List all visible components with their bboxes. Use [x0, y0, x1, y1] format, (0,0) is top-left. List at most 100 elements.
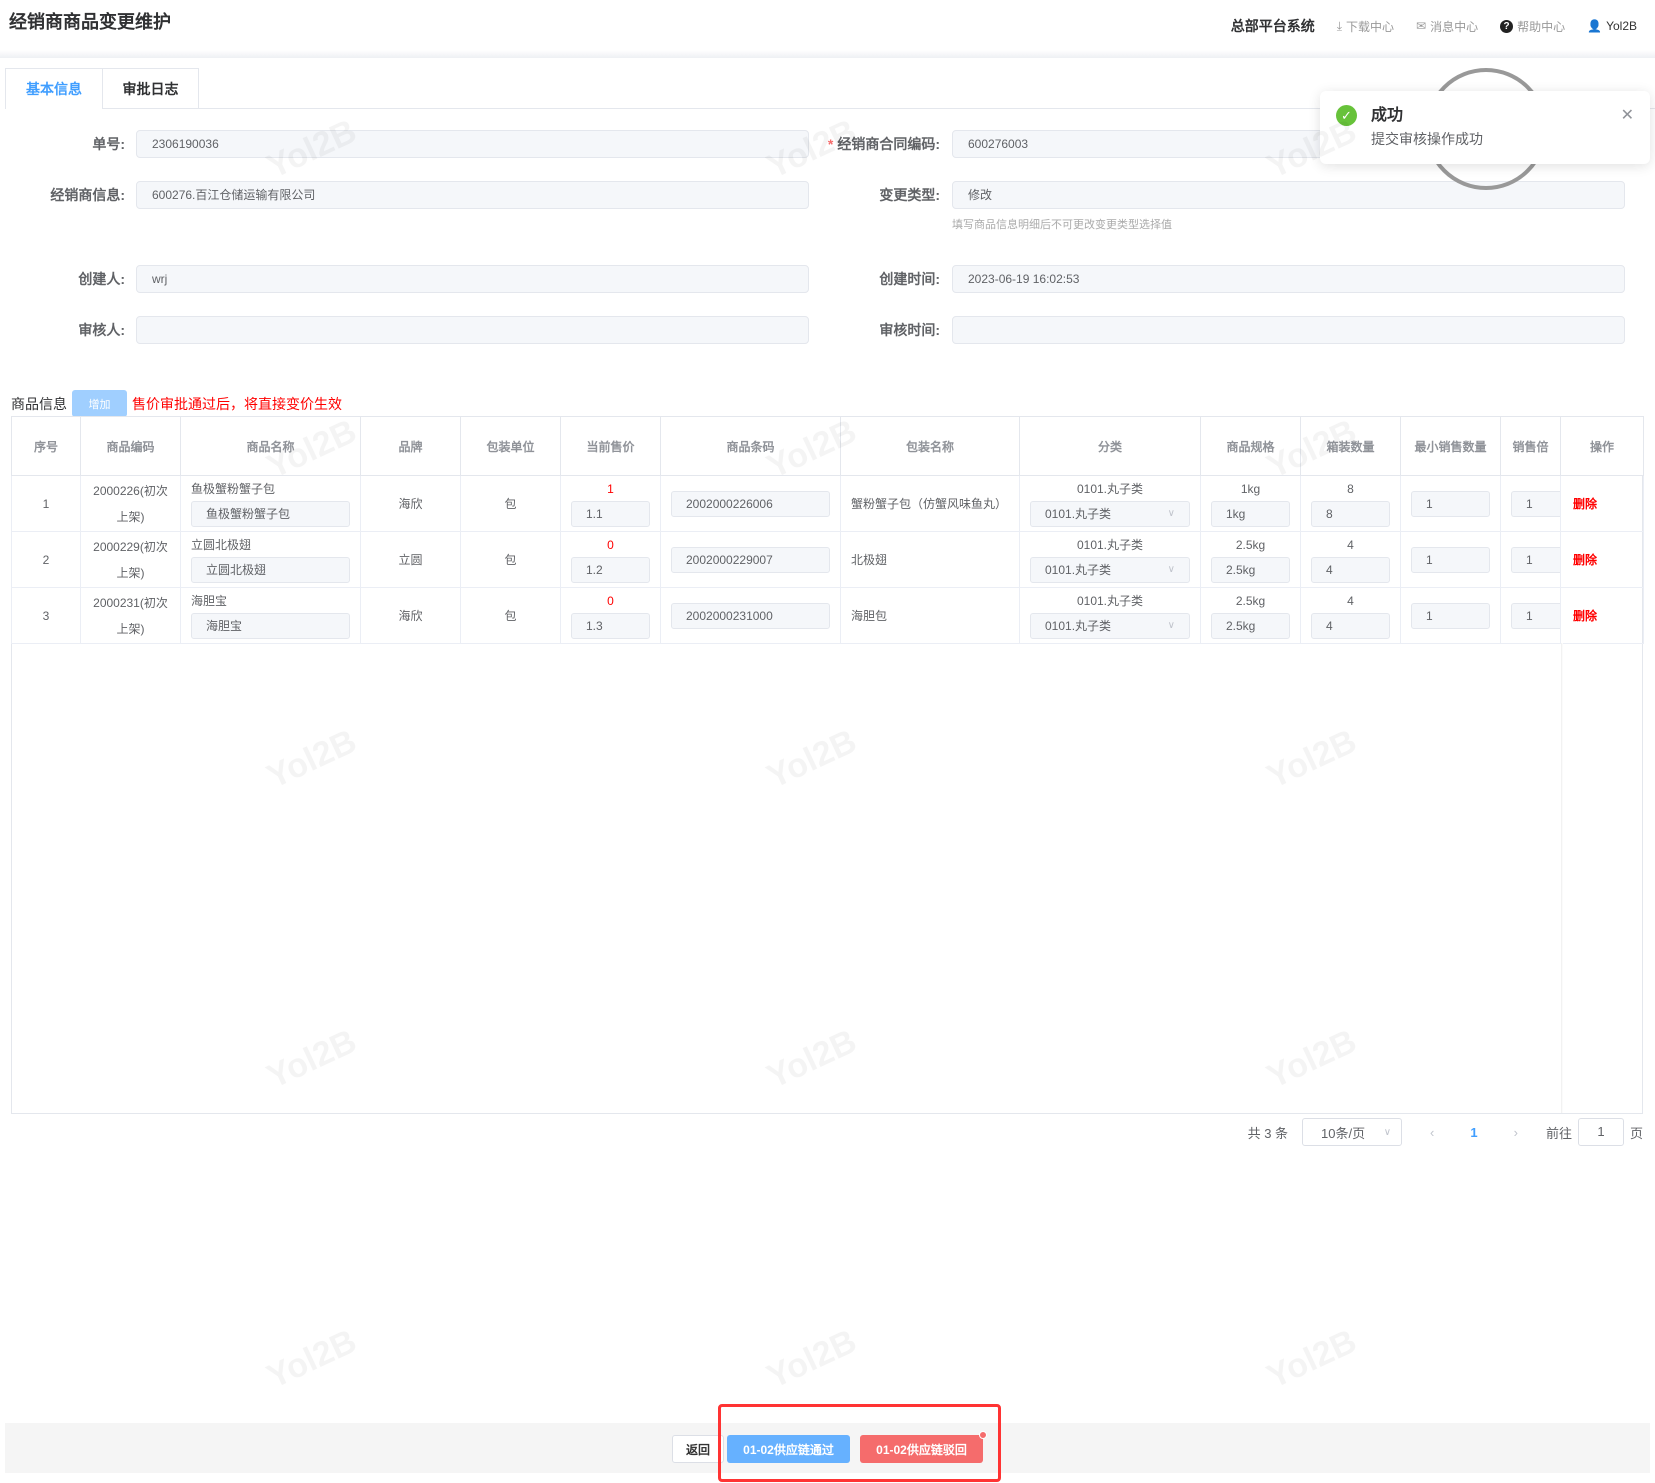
box-qty-input[interactable]: 8	[1311, 500, 1390, 527]
brand: 海欣	[398, 609, 423, 623]
multiple-input[interactable]: 1	[1511, 602, 1560, 629]
change-type-field[interactable]: 修改	[952, 181, 1625, 209]
multiple-input[interactable]: 1	[1511, 490, 1560, 517]
add-button[interactable]: 增加	[72, 390, 127, 417]
download-center-link[interactable]: ⤓ 下载中心	[1337, 18, 1394, 35]
column-header: 包装名称	[840, 416, 1020, 476]
row-number: 1	[42, 496, 50, 511]
mail-icon: ✉	[1416, 19, 1427, 33]
reviewer-label: 审核人:	[78, 322, 125, 338]
chevron-down-icon: ∨	[1383, 1126, 1392, 1138]
review-time-field[interactable]	[952, 316, 1625, 344]
price-input[interactable]: 1.2	[571, 556, 650, 583]
min-qty-input[interactable]: 1	[1411, 546, 1490, 573]
current-price: 1	[607, 481, 614, 496]
product-section-header: 商品信息 增加 售价审批通过后，将直接变价生效	[11, 390, 342, 417]
watermark: Yol2B	[1261, 112, 1363, 187]
column-header: 分类	[1019, 416, 1201, 476]
order-no-field[interactable]: 2306190036	[136, 130, 809, 158]
header-nav: 总部平台系统 ⤓ 下载中心 ✉ 消息中心 ? 帮助中心 👤 Yol2B	[1231, 16, 1637, 36]
barcode-input[interactable]: 2002000231000	[671, 602, 830, 629]
product-name-input[interactable]: 立圆北极翅	[191, 556, 350, 583]
create-time-field[interactable]: 2023-06-19 16:02:53	[952, 265, 1625, 293]
row-number: 2	[42, 552, 50, 567]
back-button[interactable]: 返回	[672, 1435, 724, 1463]
product-name-input[interactable]: 海胆宝	[191, 612, 350, 639]
delete-link[interactable]: 删除	[1573, 553, 1597, 567]
product-name: 鱼极蟹粉蟹子包	[191, 481, 276, 496]
dealer-info-field[interactable]: 600276.百江仓储运输有限公司	[136, 181, 809, 209]
product-code: 2000229(初次上架)	[93, 539, 168, 580]
product-name: 立圆北极翅	[191, 537, 252, 552]
chevron-down-icon: ∨	[1167, 619, 1175, 631]
delete-link[interactable]: 删除	[1573, 609, 1597, 623]
create-time-label: 创建时间:	[879, 271, 940, 287]
watermark: Yol2B	[261, 1322, 363, 1397]
tab-basic-info[interactable]: 基本信息	[5, 68, 102, 109]
column-header: 操作	[1560, 416, 1644, 476]
barcode-input[interactable]: 2002000226006	[671, 490, 830, 517]
page-number-1[interactable]: 1	[1470, 1125, 1477, 1140]
watermark: Yol2B	[261, 112, 363, 187]
box-qty: 8	[1347, 481, 1354, 496]
min-qty-input[interactable]: 1	[1411, 490, 1490, 517]
price-input[interactable]: 1.3	[571, 612, 650, 639]
column-header: 当前售价	[560, 416, 661, 476]
category-select[interactable]: 0101.丸子类 ∨	[1030, 612, 1190, 639]
creator-field[interactable]: wrj	[136, 265, 809, 293]
toast-message: 提交审核操作成功	[1371, 131, 1483, 147]
spec: 2.5kg	[1235, 537, 1266, 552]
table-row: 1 2000226(初次上架) 鱼极蟹粉蟹子包 鱼极蟹粉蟹子包 海欣 包 1 1.1…	[11, 475, 1644, 532]
order-no-label: 单号:	[92, 136, 125, 152]
min-qty-input[interactable]: 1	[1411, 602, 1490, 629]
dealer-info-label: 经销商信息:	[50, 187, 125, 203]
product-name-input[interactable]: 鱼极蟹粉蟹子包	[191, 500, 350, 527]
goto-page-input[interactable]: 1	[1577, 1118, 1624, 1146]
box-qty: 4	[1347, 593, 1354, 608]
watermark: Yol2B	[1261, 1322, 1363, 1397]
page-size-select[interactable]: 10条/页 ∨	[1302, 1118, 1403, 1146]
success-toast: ✓ 成功 提交审核操作成功 ✕	[1320, 91, 1650, 164]
close-icon[interactable]: ✕	[1621, 105, 1634, 125]
message-center-link[interactable]: ✉ 消息中心	[1416, 18, 1478, 35]
fixed-column-shadow	[1561, 643, 1563, 1113]
watermark: Yol2B	[761, 112, 863, 187]
brand: 立圆	[398, 553, 423, 567]
help-icon: ?	[1500, 19, 1514, 33]
prev-page-icon[interactable]: ‹	[1430, 1125, 1434, 1140]
product-code: 2000231(初次上架)	[93, 595, 168, 636]
pack-unit: 包	[504, 609, 517, 623]
barcode-input[interactable]: 2002000229007	[671, 546, 830, 573]
spec-input[interactable]: 2.5kg	[1211, 556, 1290, 583]
category-select[interactable]: 0101.丸子类 ∨	[1030, 500, 1190, 527]
table-row: 2 2000229(初次上架) 立圆北极翅 立圆北极翅 立圆 包 0 1.2 200…	[11, 531, 1644, 588]
price-input[interactable]: 1.1	[571, 500, 650, 527]
category-select[interactable]: 0101.丸子类 ∨	[1030, 556, 1190, 583]
pagination: 共 3 条 10条/页 ∨ ‹ 1 › 前往 1 页	[1248, 1118, 1643, 1146]
reviewer-field[interactable]	[136, 316, 809, 344]
tab-approval-log[interactable]: 审批日志	[102, 68, 199, 109]
goto-label: 前往	[1545, 1125, 1572, 1141]
column-header: 品牌	[360, 416, 461, 476]
chevron-down-icon: ∨	[1167, 507, 1175, 519]
box-qty-input[interactable]: 4	[1311, 612, 1390, 639]
next-page-icon[interactable]: ›	[1514, 1125, 1518, 1140]
header-divider	[0, 50, 1655, 58]
change-type-hint: 填写商品信息明细后不可更改变更类型选择值	[952, 219, 1172, 231]
user-menu[interactable]: 👤 Yol2B	[1587, 19, 1637, 33]
category: 0101.丸子类	[1076, 481, 1144, 496]
spec-input[interactable]: 1kg	[1211, 500, 1290, 527]
spec-input[interactable]: 2.5kg	[1211, 612, 1290, 639]
column-header: 最小销售数量	[1400, 416, 1501, 476]
toast-title: 成功	[1371, 107, 1404, 124]
box-qty-input[interactable]: 4	[1311, 556, 1390, 583]
category: 0101.丸子类	[1076, 593, 1144, 608]
user-icon: 👤	[1587, 19, 1603, 33]
multiple-input[interactable]: 1	[1511, 546, 1560, 573]
help-center-link[interactable]: ? 帮助中心	[1500, 18, 1565, 35]
delete-link[interactable]: 删除	[1573, 497, 1597, 511]
box-qty: 4	[1347, 537, 1354, 552]
chevron-down-icon: ∨	[1167, 563, 1175, 575]
page-suffix: 页	[1629, 1125, 1643, 1141]
pack-name: 北极翅	[851, 552, 888, 567]
